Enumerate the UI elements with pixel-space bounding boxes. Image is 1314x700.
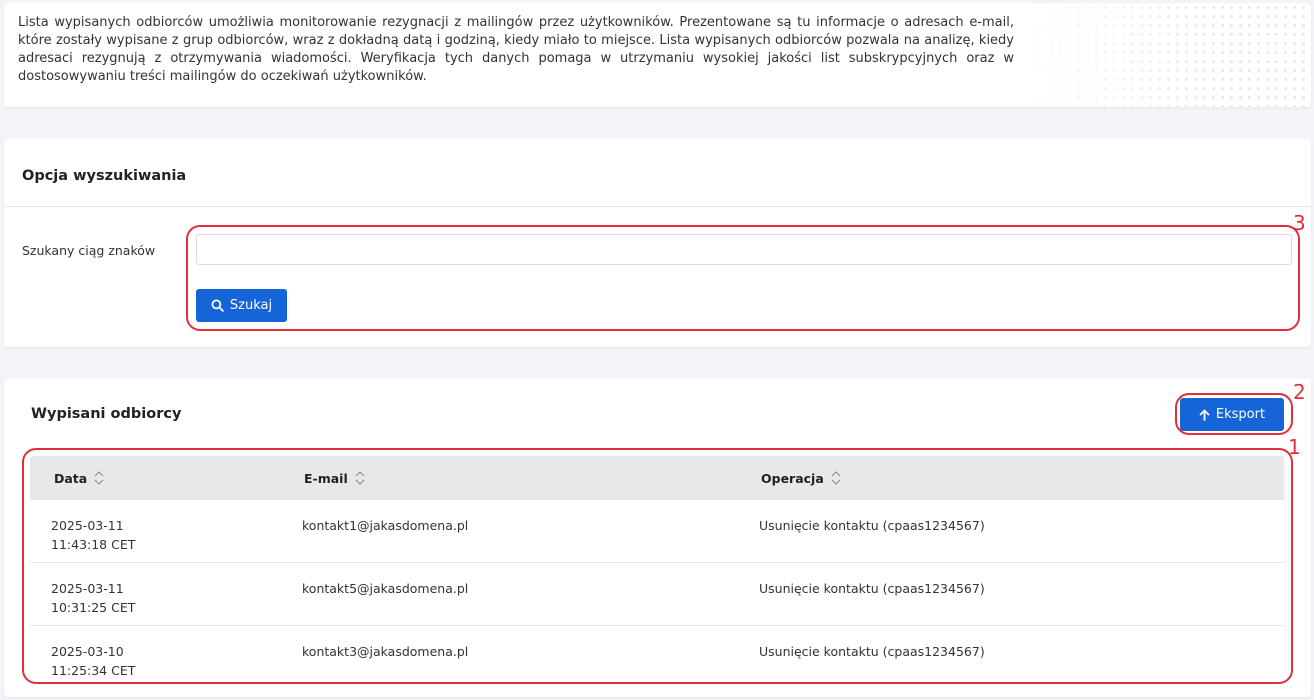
search-header: Opcja wyszukiwania bbox=[4, 139, 1311, 207]
search-button[interactable]: Szukaj bbox=[196, 289, 287, 322]
sort-icon bbox=[831, 471, 841, 485]
annotation-number-2: 2 bbox=[1293, 380, 1306, 404]
cell-operation: Usunięcie kontaktu (cpaas1234567) bbox=[759, 581, 985, 596]
search-icon bbox=[211, 299, 224, 312]
cell-date-time: 11:43:18 CET bbox=[51, 537, 136, 552]
cell-operation: Usunięcie kontaktu (cpaas1234567) bbox=[759, 518, 985, 533]
cell-date-day: 2025-03-11 bbox=[51, 518, 124, 533]
cell-email: kontakt1@jakasdomena.pl bbox=[302, 518, 469, 533]
cell-email: kontakt5@jakasdomena.pl bbox=[302, 581, 469, 596]
column-header-date[interactable]: Data bbox=[54, 456, 105, 500]
sort-icon bbox=[355, 471, 365, 485]
column-header-operation[interactable]: Operacja bbox=[761, 456, 842, 500]
search-title: Opcja wyszukiwania bbox=[22, 168, 187, 184]
intro-description: Lista wypisanych odbiorców umożliwia mon… bbox=[18, 15, 1014, 84]
cell-date-day: 2025-03-10 bbox=[51, 644, 124, 659]
arrow-up-icon bbox=[1199, 409, 1210, 421]
column-header-label: Operacja bbox=[761, 470, 824, 486]
table-row: 2025-03-11 10:31:25 CET kontakt5@jakasdo… bbox=[30, 563, 1284, 626]
cell-date: 2025-03-11 11:43:18 CET bbox=[51, 516, 135, 554]
column-header-email[interactable]: E-mail bbox=[304, 456, 366, 500]
sort-icon bbox=[94, 471, 104, 485]
cell-date-time: 10:31:25 CET bbox=[51, 600, 136, 615]
export-button[interactable]: Eksport bbox=[1180, 398, 1284, 431]
table-row: 2025-03-10 11:25:34 CET kontakt3@jakasdo… bbox=[30, 626, 1284, 689]
annotation-number-1: 1 bbox=[1288, 435, 1301, 459]
unsubscribed-card: Wypisani odbiorcy Eksport Data E-mail Op… bbox=[4, 379, 1311, 697]
decorative-dot-pattern bbox=[1011, 3, 1311, 107]
search-field-label: Szukany ciąg znaków bbox=[22, 243, 156, 258]
search-options-card: Opcja wyszukiwania Szukany ciąg znaków S… bbox=[4, 139, 1311, 347]
table-header: Data E-mail Operacja bbox=[30, 456, 1284, 500]
search-button-label: Szukaj bbox=[229, 298, 273, 313]
annotation-number-3: 3 bbox=[1293, 211, 1306, 235]
cell-operation: Usunięcie kontaktu (cpaas1234567) bbox=[759, 644, 985, 659]
cell-date-time: 11:25:34 CET bbox=[51, 663, 136, 678]
cell-email: kontakt3@jakasdomena.pl bbox=[302, 644, 469, 659]
cell-date: 2025-03-10 11:25:34 CET bbox=[51, 642, 135, 680]
cell-date: 2025-03-11 10:31:25 CET bbox=[51, 579, 135, 617]
unsubscribed-title: Wypisani odbiorcy bbox=[31, 406, 182, 422]
export-button-label: Eksport bbox=[1215, 407, 1266, 422]
intro-card: Lista wypisanych odbiorców umożliwia mon… bbox=[4, 3, 1311, 107]
column-header-label: E-mail bbox=[304, 470, 348, 486]
cell-date-day: 2025-03-11 bbox=[51, 581, 124, 596]
table-row: 2025-03-11 11:43:18 CET kontakt1@jakasdo… bbox=[30, 500, 1284, 563]
column-header-label: Data bbox=[54, 470, 88, 486]
search-input[interactable] bbox=[196, 234, 1292, 265]
unsubscribed-table: Data E-mail Operacja 2025-03-11 11:43:18… bbox=[30, 456, 1284, 689]
